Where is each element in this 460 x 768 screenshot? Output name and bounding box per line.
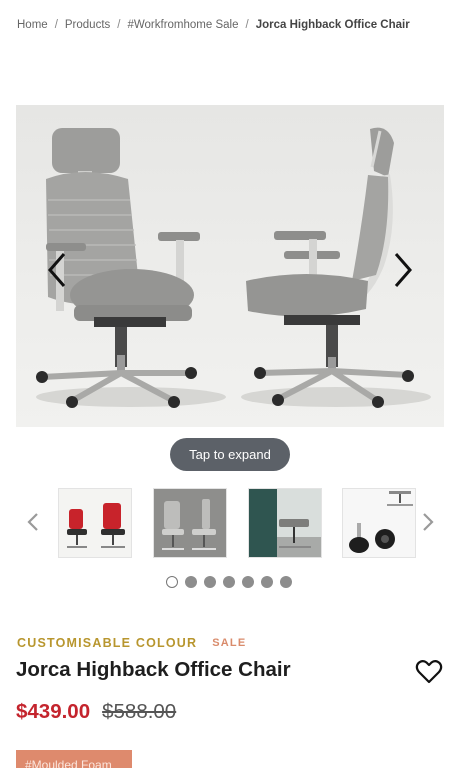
pagination-dot[interactable]	[261, 576, 273, 588]
breadcrumb-separator: /	[245, 19, 249, 31]
moulded-foam-badge[interactable]: #Moulded Foam	[16, 750, 132, 768]
pagination-dot[interactable]	[280, 576, 292, 588]
thumbnail-carousel	[0, 488, 460, 558]
thumbnail-room-scene-image	[249, 489, 321, 557]
gallery-pagination	[166, 576, 292, 588]
product-main-image[interactable]	[16, 105, 444, 427]
breadcrumb-separator: /	[117, 19, 121, 31]
thumbnail-grey-chairs-image	[162, 499, 216, 550]
original-price: $588.00	[102, 700, 177, 723]
breadcrumb-current: Jorca Highback Office Chair	[255, 19, 410, 31]
breadcrumb: Home / Products / #Workfromhome Sale / J…	[17, 19, 447, 31]
breadcrumb-separator: /	[54, 19, 58, 31]
thumbnail-4[interactable]	[342, 488, 416, 558]
breadcrumb-home[interactable]: Home	[17, 19, 48, 31]
product-photo	[36, 127, 431, 408]
product-tags: CUSTOMISABLE COLOUR SALE	[17, 636, 246, 650]
pagination-dot[interactable]	[204, 576, 216, 588]
product-title: Jorca Highback Office Chair	[16, 658, 291, 681]
wishlist-heart-icon[interactable]	[415, 659, 443, 685]
pagination-dot[interactable]	[166, 576, 178, 588]
customisable-colour-tag: CUSTOMISABLE COLOUR	[17, 636, 198, 650]
sale-tag: SALE	[212, 637, 247, 649]
thumbnail-red-chairs-image	[67, 503, 125, 548]
gallery-next-icon[interactable]	[390, 250, 416, 290]
thumbnail-castors-image	[349, 491, 413, 553]
pagination-dot[interactable]	[242, 576, 254, 588]
thumbnail-3[interactable]	[248, 488, 322, 558]
thumb-prev-icon[interactable]	[26, 512, 40, 532]
chair-side-illustration	[246, 127, 414, 408]
thumbnail-1[interactable]	[58, 488, 132, 558]
pagination-dot[interactable]	[185, 576, 197, 588]
sale-price: $439.00	[16, 700, 91, 723]
gallery-prev-icon[interactable]	[44, 250, 70, 290]
tap-to-expand-button[interactable]: Tap to expand	[170, 438, 290, 471]
pagination-dot[interactable]	[223, 576, 235, 588]
breadcrumb-sale[interactable]: #Workfromhome Sale	[127, 19, 238, 31]
thumb-next-icon[interactable]	[421, 512, 435, 532]
thumbnail-2[interactable]	[153, 488, 227, 558]
price-row: $439.00 $588.00	[16, 700, 176, 724]
breadcrumb-products[interactable]: Products	[65, 19, 110, 31]
